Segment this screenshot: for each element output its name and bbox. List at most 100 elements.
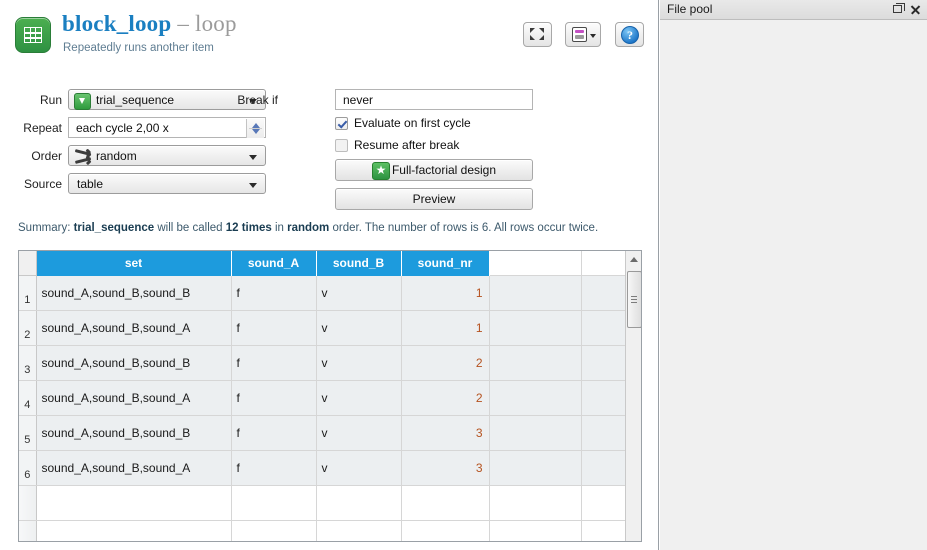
cell-sound-a[interactable]: f — [231, 450, 317, 486]
cell-sound-nr[interactable]: 3 — [401, 415, 490, 451]
cell-empty[interactable] — [401, 520, 490, 541]
row-number[interactable]: 2 — [19, 310, 37, 346]
file-pool-panel: File pool ? ↻ View as list f1.wav — [660, 0, 927, 550]
row-number[interactable]: 3 — [19, 345, 37, 381]
cell-sound-a[interactable]: f — [231, 275, 317, 311]
cell-set[interactable]: sound_A,sound_B,sound_A — [36, 450, 232, 486]
file-pool-title: File pool — [667, 2, 713, 16]
spinner-arrows[interactable] — [246, 119, 264, 138]
row-number[interactable]: 5 — [19, 415, 37, 451]
cell-empty[interactable] — [489, 380, 582, 416]
table-vertical-scrollbar[interactable] — [625, 251, 641, 541]
cell-empty[interactable] — [489, 450, 582, 486]
cell-empty[interactable] — [581, 485, 627, 521]
undock-button[interactable] — [891, 3, 905, 17]
cell-empty[interactable] — [489, 275, 582, 311]
preview-button[interactable]: Preview — [335, 188, 533, 210]
help-button[interactable]: ? — [615, 22, 644, 47]
scroll-up-icon[interactable] — [630, 257, 638, 262]
cell-sound-a[interactable]: f — [231, 415, 317, 451]
cell-sound-a[interactable]: f — [231, 310, 317, 346]
cell-sound-b[interactable]: v — [316, 415, 402, 451]
cell-empty[interactable] — [489, 415, 582, 451]
repeat-stepper[interactable]: each cycle 2,00 x — [68, 117, 266, 138]
cell-empty[interactable] — [231, 485, 317, 521]
cell-empty[interactable] — [489, 485, 582, 521]
column-header-set[interactable]: set — [36, 251, 232, 276]
cell-empty[interactable] — [581, 310, 627, 346]
cell-sound-b[interactable]: v — [316, 310, 402, 346]
table-row[interactable]: 5 sound_A,sound_B,sound_B f v 3 — [19, 415, 627, 451]
view-script-icon — [572, 27, 587, 42]
cell-sound-nr[interactable]: 2 — [401, 380, 490, 416]
cell-set[interactable]: sound_A,sound_B,sound_A — [36, 380, 232, 416]
row-number[interactable] — [19, 485, 37, 521]
cell-sound-nr[interactable]: 3 — [401, 450, 490, 486]
summary-mid2: in — [271, 222, 288, 234]
cell-empty[interactable] — [316, 485, 402, 521]
row-number[interactable]: 1 — [19, 275, 37, 311]
table-row[interactable]: 3 sound_A,sound_B,sound_B f v 2 — [19, 345, 627, 381]
column-header-sound-a[interactable]: sound_A — [231, 251, 317, 276]
cell-sound-nr[interactable]: 1 — [401, 275, 490, 311]
cell-empty[interactable] — [316, 520, 402, 541]
loop-table[interactable]: set sound_A sound_B sound_nr 1 sound_A,so… — [18, 250, 642, 542]
view-script-button[interactable] — [565, 22, 601, 47]
break-if-input[interactable]: never — [335, 89, 533, 110]
order-select[interactable]: random — [68, 145, 266, 166]
column-header-empty[interactable] — [581, 251, 627, 276]
app-window: block_loop – loop Repeatedly runs anothe… — [0, 0, 927, 550]
cell-empty[interactable] — [581, 345, 627, 381]
scrollbar-thumb[interactable] — [627, 271, 641, 328]
cell-sound-b[interactable]: v — [316, 450, 402, 486]
column-header-empty[interactable] — [489, 251, 582, 276]
cell-empty[interactable] — [581, 380, 627, 416]
cell-empty[interactable] — [36, 520, 232, 541]
cell-set[interactable]: sound_A,sound_B,sound_B — [36, 345, 232, 381]
table-row-empty[interactable] — [19, 520, 627, 541]
cell-empty[interactable] — [489, 310, 582, 346]
close-button[interactable] — [908, 3, 922, 17]
green-down-arrow-icon — [74, 93, 91, 110]
table-row[interactable]: 4 sound_A,sound_B,sound_A f v 2 — [19, 380, 627, 416]
cell-empty[interactable] — [581, 450, 627, 486]
row-number[interactable] — [19, 520, 37, 541]
item-subtitle: Repeatedly runs another item — [63, 42, 214, 54]
cell-sound-a[interactable]: f — [231, 345, 317, 381]
cell-sound-b[interactable]: v — [316, 275, 402, 311]
row-number[interactable]: 4 — [19, 380, 37, 416]
full-factorial-design-button[interactable]: Full-factorial design — [335, 159, 533, 181]
source-value: table — [77, 177, 104, 191]
summary-mid1: will be called — [154, 222, 226, 234]
cell-empty[interactable] — [36, 485, 232, 521]
cell-sound-nr[interactable]: 1 — [401, 310, 490, 346]
cell-empty[interactable] — [231, 520, 317, 541]
cell-set[interactable]: sound_A,sound_B,sound_B — [36, 415, 232, 451]
column-header-sound-b[interactable]: sound_B — [316, 251, 402, 276]
cell-empty[interactable] — [489, 345, 582, 381]
row-number[interactable]: 6 — [19, 450, 37, 486]
maximize-button[interactable] — [523, 22, 552, 47]
cell-empty[interactable] — [581, 520, 627, 541]
help-icon: ? — [621, 26, 639, 44]
cell-empty[interactable] — [401, 485, 490, 521]
column-header-sound-nr[interactable]: sound_nr — [401, 251, 490, 276]
cell-empty[interactable] — [581, 275, 627, 311]
source-select[interactable]: table — [68, 173, 266, 194]
repeat-label: Repeat — [23, 121, 62, 135]
cell-empty[interactable] — [581, 415, 627, 451]
table-row-empty[interactable] — [19, 485, 627, 521]
table-row[interactable]: 6 sound_A,sound_B,sound_A f v 3 — [19, 450, 627, 486]
cell-sound-nr[interactable]: 2 — [401, 345, 490, 381]
cell-sound-b[interactable]: v — [316, 380, 402, 416]
cell-empty[interactable] — [489, 520, 582, 541]
loop-table-icon — [15, 17, 51, 53]
cell-set[interactable]: sound_A,sound_B,sound_A — [36, 310, 232, 346]
cell-set[interactable]: sound_A,sound_B,sound_B — [36, 275, 232, 311]
table-row[interactable]: 1 sound_A,sound_B,sound_B f v 1 — [19, 275, 627, 311]
cell-sound-a[interactable]: f — [231, 380, 317, 416]
summary-item: trial_sequence — [73, 222, 155, 234]
cell-sound-b[interactable]: v — [316, 345, 402, 381]
table-row[interactable]: 2 sound_A,sound_B,sound_A f v 1 — [19, 310, 627, 346]
close-icon — [910, 4, 921, 15]
